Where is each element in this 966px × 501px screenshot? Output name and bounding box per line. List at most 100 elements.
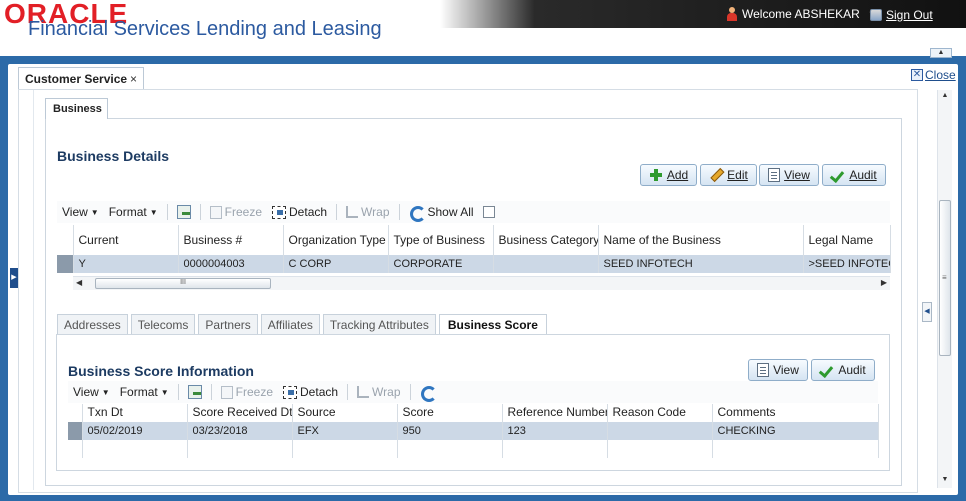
user-menu[interactable]: Welcome ABSHEKAR ▼ (726, 7, 877, 21)
export-button[interactable] (172, 205, 196, 219)
score-detach-button[interactable]: Detach (278, 385, 343, 399)
score-wrap-button[interactable]: Wrap (352, 385, 405, 399)
app-title: Financial Services Lending and Leasing (28, 18, 382, 40)
audit-label: Audit (849, 168, 877, 182)
cell-txn-dt: 05/02/2019 (82, 422, 188, 440)
audit-button[interactable]: Audit (822, 164, 886, 186)
scroll-left-icon[interactable]: ◀ (76, 278, 82, 287)
row-selector[interactable] (68, 422, 83, 440)
view-menu[interactable]: View ▼ (57, 205, 104, 219)
business-score-title: Business Score Information (68, 363, 254, 379)
column-header[interactable]: Txn Dt (82, 404, 188, 422)
freeze-button[interactable]: Freeze (205, 205, 267, 219)
score-view-button[interactable]: View (748, 359, 808, 381)
view-button[interactable]: View (759, 164, 819, 186)
show-all-checkbox[interactable] (482, 206, 495, 218)
format-menu[interactable]: Format ▼ (104, 205, 163, 219)
table-row[interactable]: 05/02/2019 03/23/2018 EFX 950 123 CHECKI… (68, 422, 879, 440)
tab-telecoms[interactable]: Telecoms (130, 314, 196, 335)
tab-addresses[interactable]: Addresses (57, 314, 128, 335)
show-all-toggle[interactable]: Show All (404, 205, 500, 222)
score-refresh-button[interactable] (415, 385, 441, 402)
freeze-icon (220, 385, 233, 399)
sign-out-label: Sign Out (886, 8, 933, 22)
close-tab-icon[interactable]: × (130, 72, 137, 86)
left-splitter (22, 90, 34, 490)
refresh-icon (409, 205, 426, 222)
scroll-up-icon[interactable]: ▲ (940, 92, 950, 102)
sign-out-button[interactable]: Sign Out (870, 8, 933, 22)
business-details-table: Current Business # Organization Type Typ… (57, 225, 891, 273)
column-header[interactable]: Organization Type (283, 225, 389, 255)
business-details-toolbar: View ▼ Format ▼ Freeze Detach Wrap Show Al… (57, 201, 890, 223)
cell-reference-number: 123 (502, 422, 608, 440)
row-selector[interactable] (57, 255, 74, 273)
column-header[interactable]: Business Category (493, 225, 599, 255)
column-header[interactable]: Legal Name (803, 225, 891, 255)
table-row[interactable]: Y 0000004003 C CORP CORPORATE SEED INFOT… (57, 255, 891, 273)
vertical-scrollbar[interactable]: ▲ ≡ ▼ (937, 90, 952, 488)
column-header[interactable]: Score Received Dt (187, 404, 293, 422)
edit-label: Edit (727, 168, 748, 182)
score-view-menu[interactable]: View ▼ (68, 385, 115, 399)
detach-button[interactable]: Detach (267, 205, 332, 219)
cell-business-no: 0000004003 (178, 255, 284, 273)
wrap-button[interactable]: Wrap (341, 205, 394, 219)
cell-reason-code (607, 422, 713, 440)
tab-tracking-attributes[interactable]: Tracking Attributes (322, 314, 436, 335)
close-label: Close (925, 68, 956, 82)
score-audit-button[interactable]: Audit (811, 359, 875, 381)
check-icon (820, 363, 834, 377)
close-button[interactable]: ✕ Close (911, 68, 956, 82)
welcome-text: Welcome ABSHEKAR (742, 7, 860, 21)
column-header[interactable]: Score (397, 404, 503, 422)
column-header[interactable]: Business # (178, 225, 284, 255)
scroll-down-icon[interactable]: ▼ (940, 476, 950, 486)
view-label: View (784, 168, 810, 182)
add-button[interactable]: Add (640, 164, 697, 186)
horizontal-scrollbar[interactable]: ◀ III ▶ (73, 276, 890, 290)
score-format-menu[interactable]: Format ▼ (115, 385, 174, 399)
wrap-icon (346, 206, 359, 218)
cell-type-of-business: CORPORATE (388, 255, 494, 273)
toolbar-separator (177, 384, 179, 400)
edit-button[interactable]: Edit (700, 164, 757, 186)
freeze-icon (209, 205, 222, 219)
view-icon (757, 363, 770, 377)
expand-left-panel-button[interactable]: ▶ (10, 268, 18, 288)
cell-legal-name: >SEED INFOTECH (803, 255, 891, 273)
column-header[interactable]: Current (73, 225, 179, 255)
toolbar-separator (398, 204, 400, 220)
scroll-right-icon[interactable]: ▶ (881, 278, 887, 287)
column-header[interactable]: Reference Number (502, 404, 608, 422)
cell-score: 950 (397, 422, 503, 440)
cell-category (493, 255, 599, 273)
column-header[interactable]: Source (292, 404, 398, 422)
business-score-table: Txn Dt Score Received Dt Source Score Re… (68, 404, 879, 458)
tab-business[interactable]: Business (45, 98, 108, 119)
score-audit-label: Audit (838, 363, 866, 377)
user-icon (726, 7, 738, 21)
cell-org-type: C CORP (283, 255, 389, 273)
score-export-button[interactable] (183, 385, 207, 399)
tab-business-score[interactable]: Business Score (438, 314, 547, 336)
collapse-header-button[interactable]: ▲ (930, 48, 952, 58)
column-header[interactable]: Name of the Business (598, 225, 804, 255)
row-header-cell (68, 404, 83, 422)
score-freeze-button[interactable]: Freeze (216, 385, 278, 399)
column-header[interactable]: Comments (712, 404, 879, 422)
scroll-thumb[interactable]: ≡ (939, 200, 951, 356)
cell-name: SEED INFOTECH (598, 255, 804, 273)
table-row (68, 440, 879, 458)
collapse-right-panel-button[interactable]: ◀ (922, 302, 932, 322)
cell-source: EFX (292, 422, 398, 440)
column-header[interactable]: Reason Code (607, 404, 713, 422)
tab-affiliates[interactable]: Affiliates (260, 314, 320, 335)
check-icon (831, 168, 845, 182)
column-header[interactable]: Type of Business (388, 225, 494, 255)
tab-partners[interactable]: Partners (198, 314, 258, 335)
tab-customer-service[interactable]: Customer Service × (18, 67, 144, 90)
horizontal-scroll-thumb[interactable]: III (95, 278, 271, 289)
toolbar-separator (210, 384, 212, 400)
sub-tab-bar: Addresses Telecoms Partners Affiliates T… (57, 314, 547, 336)
